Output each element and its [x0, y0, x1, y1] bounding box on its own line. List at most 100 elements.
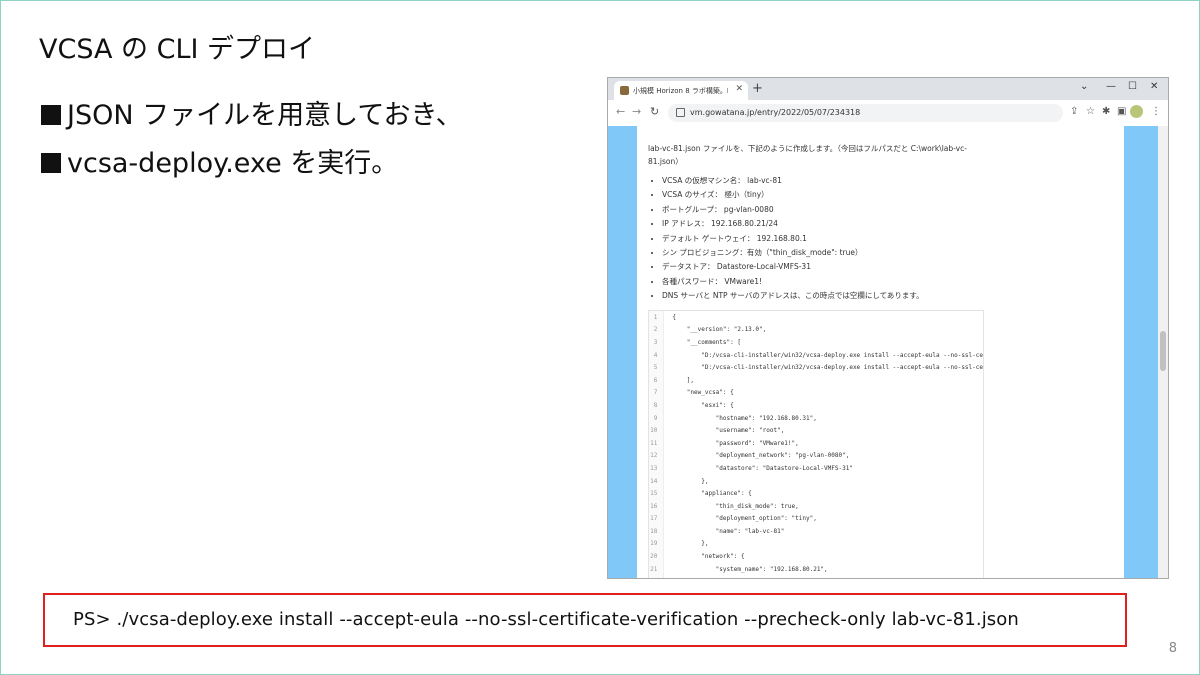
bullet-text: JSON ファイルを用意しておき、 [67, 100, 463, 131]
code-line: 6 ], [649, 373, 983, 387]
code-line: 21 "system_name": "192.168.80.21", [649, 562, 983, 576]
intro-paragraph: lab-vc-81.json ファイルを、下記のように作成します。（今回はフルパ… [648, 144, 967, 166]
square-bullet-icon [41, 105, 61, 125]
line-number: 3 [649, 336, 665, 349]
code-line: 16 "thin_disk_mode": true, [649, 499, 983, 513]
extensions-icon[interactable]: ✱ [1102, 106, 1110, 117]
code-text: { [672, 313, 676, 321]
star-icon[interactable]: ☆ [1086, 106, 1095, 117]
list-item: ポートグループ： pg-vlan-0080 [662, 203, 924, 217]
line-number: 2 [649, 323, 665, 337]
code-line: 14 }, [649, 474, 983, 488]
code-line: 7 "new_vcsa": { [649, 386, 983, 400]
forward-icon[interactable]: → [632, 105, 641, 118]
browser-window: 小規模 Horizon 8 ラボ構築。Part… ✕ + ⌄ — ☐ ✕ ← →… [607, 77, 1169, 579]
back-icon[interactable]: ← [616, 105, 625, 118]
line-number: 13 [649, 462, 665, 475]
address-bar[interactable]: vm.gowatana.jp/entry/2022/05/07/234318 [668, 104, 1063, 122]
lock-icon [676, 108, 685, 117]
code-line: 10 "username": "root", [649, 424, 983, 437]
close-tab-icon[interactable]: ✕ [735, 84, 743, 94]
code-line: 19 }, [649, 537, 983, 551]
minimize-icon[interactable]: — [1106, 81, 1116, 92]
browser-tab[interactable]: 小規模 Horizon 8 ラボ構築。Part… ✕ [614, 81, 748, 100]
bullet-item: vcsa-deploy.exe を実行。 [41, 141, 398, 180]
share-icon[interactable]: ⇪ [1070, 106, 1078, 117]
tab-title: 小規模 Horizon 8 ラボ構築。Part… [633, 87, 728, 95]
code-line: 15 "appliance": { [649, 487, 983, 500]
code-text: "__version": "2.13.0", [672, 326, 767, 334]
line-number: 18 [649, 525, 665, 538]
command-box: PS> ./vcsa-deploy.exe install --accept-e… [43, 593, 1127, 647]
code-text: "ip_family": "ipv4", [664, 575, 983, 578]
list-item: VCSA の仮想マシン名： lab-vc-81 [662, 174, 924, 188]
sidepanel-icon[interactable]: ▣ [1117, 106, 1126, 117]
right-sidebar [1124, 126, 1158, 578]
chevron-down-icon[interactable]: ⌄ [1080, 81, 1088, 92]
spec-list: VCSA の仮想マシン名： lab-vc-81 VCSA のサイズ： 極小（ti… [648, 174, 924, 304]
line-number: 11 [649, 436, 665, 450]
line-number: 20 [649, 550, 665, 563]
tab-strip: 小規模 Horizon 8 ラボ構築。Part… ✕ + ⌄ — ☐ ✕ [608, 78, 1168, 100]
page-number: 8 [1168, 641, 1177, 656]
page-viewport: lab-vc-81.json ファイルを、下記のように作成します。（今回はフルパ… [608, 126, 1168, 578]
line-number: 22 [649, 575, 665, 578]
line-number: 14 [649, 474, 665, 488]
code-line: 11 "password": "VMware1!", [649, 436, 983, 450]
line-number: 5 [649, 361, 665, 374]
code-text: ], [672, 376, 695, 384]
square-bullet-icon [41, 153, 61, 173]
browser-toolbar: ← → ↻ vm.gowatana.jp/entry/2022/05/07/23… [608, 100, 1168, 127]
code-line: 1{ [649, 311, 983, 324]
reload-icon[interactable]: ↻ [650, 105, 659, 118]
close-window-icon[interactable]: ✕ [1150, 81, 1158, 92]
menu-icon[interactable]: ⋮ [1151, 106, 1161, 117]
code-text: }, [672, 477, 709, 485]
code-line: 13 "datastore": "Datastore-Local-VMFS-31… [649, 462, 983, 475]
list-item: シン プロビジョニング：有効（"thin_disk_mode": true） [662, 246, 924, 260]
line-number: 10 [649, 424, 665, 437]
code-text: "hostname": "192.168.80.31", [672, 414, 817, 422]
line-number: 6 [649, 373, 665, 387]
line-number: 15 [649, 487, 665, 500]
slide-title: VCSA の CLI デプロイ [39, 34, 316, 65]
code-block: 1{2 "__version": "2.13.0", 3 "__comments"… [648, 310, 984, 578]
code-text: "D:/vcsa-cli-installer/win32/vcsa-deploy… [672, 351, 983, 359]
profile-avatar[interactable] [1130, 105, 1143, 118]
code-line: 5 "D:/vcsa-cli-installer/win32/vcsa-depl… [649, 361, 983, 374]
left-sidebar [608, 126, 637, 578]
code-text: "username": "root", [672, 427, 785, 435]
code-text: "deployment_network": "pg-vlan-0080", [672, 452, 850, 460]
code-text: "network": { [672, 553, 745, 561]
list-item: データストア： Datastore-Local-VMFS-31 [662, 260, 924, 274]
code-line: 3 "__comments": [ [649, 336, 983, 349]
scroll-thumb[interactable] [1160, 331, 1166, 371]
maximize-icon[interactable]: ☐ [1128, 81, 1137, 92]
code-text: "D:/vcsa-cli-installer/win32/vcsa-deploy… [672, 364, 983, 372]
code-text: "password": "VMware1!", [672, 439, 799, 447]
code-line: 17 "deployment_option": "tiny", [649, 512, 983, 526]
line-number: 7 [649, 386, 665, 400]
line-number: 16 [649, 499, 665, 513]
code-line: 9 "hostname": "192.168.80.31", [649, 411, 983, 425]
code-text: "appliance": { [672, 490, 752, 498]
line-number: 21 [649, 562, 665, 576]
code-text: }, [672, 540, 709, 548]
line-number: 17 [649, 512, 665, 526]
bullet-text: vcsa-deploy.exe を実行。 [67, 148, 399, 179]
code-table: 1{2 "__version": "2.13.0", 3 "__comments"… [649, 311, 983, 578]
scrollbar[interactable] [1158, 126, 1168, 578]
list-item: デフォルト ゲートウェイ： 192.168.80.1 [662, 232, 924, 246]
code-line: 12 "deployment_network": "pg-vlan-0080", [649, 449, 983, 463]
code-text: "system_name": "192.168.80.21", [672, 565, 828, 573]
list-item: DNS サーバと NTP サーバのアドレスは、この時点では空欄にしてあります。 [662, 289, 924, 303]
favicon-icon [620, 86, 629, 95]
list-item: IP アドレス： 192.168.80.21/24 [662, 217, 924, 231]
line-number: 1 [649, 311, 665, 324]
new-tab-icon[interactable]: + [752, 81, 763, 96]
code-text: "new_vcsa": { [672, 389, 734, 397]
code-text: "name": "lab-vc-81" [672, 527, 785, 535]
line-number: 12 [649, 449, 665, 463]
code-line: 4 "D:/vcsa-cli-installer/win32/vcsa-depl… [649, 348, 983, 362]
code-text: "thin_disk_mode": true, [672, 502, 799, 510]
